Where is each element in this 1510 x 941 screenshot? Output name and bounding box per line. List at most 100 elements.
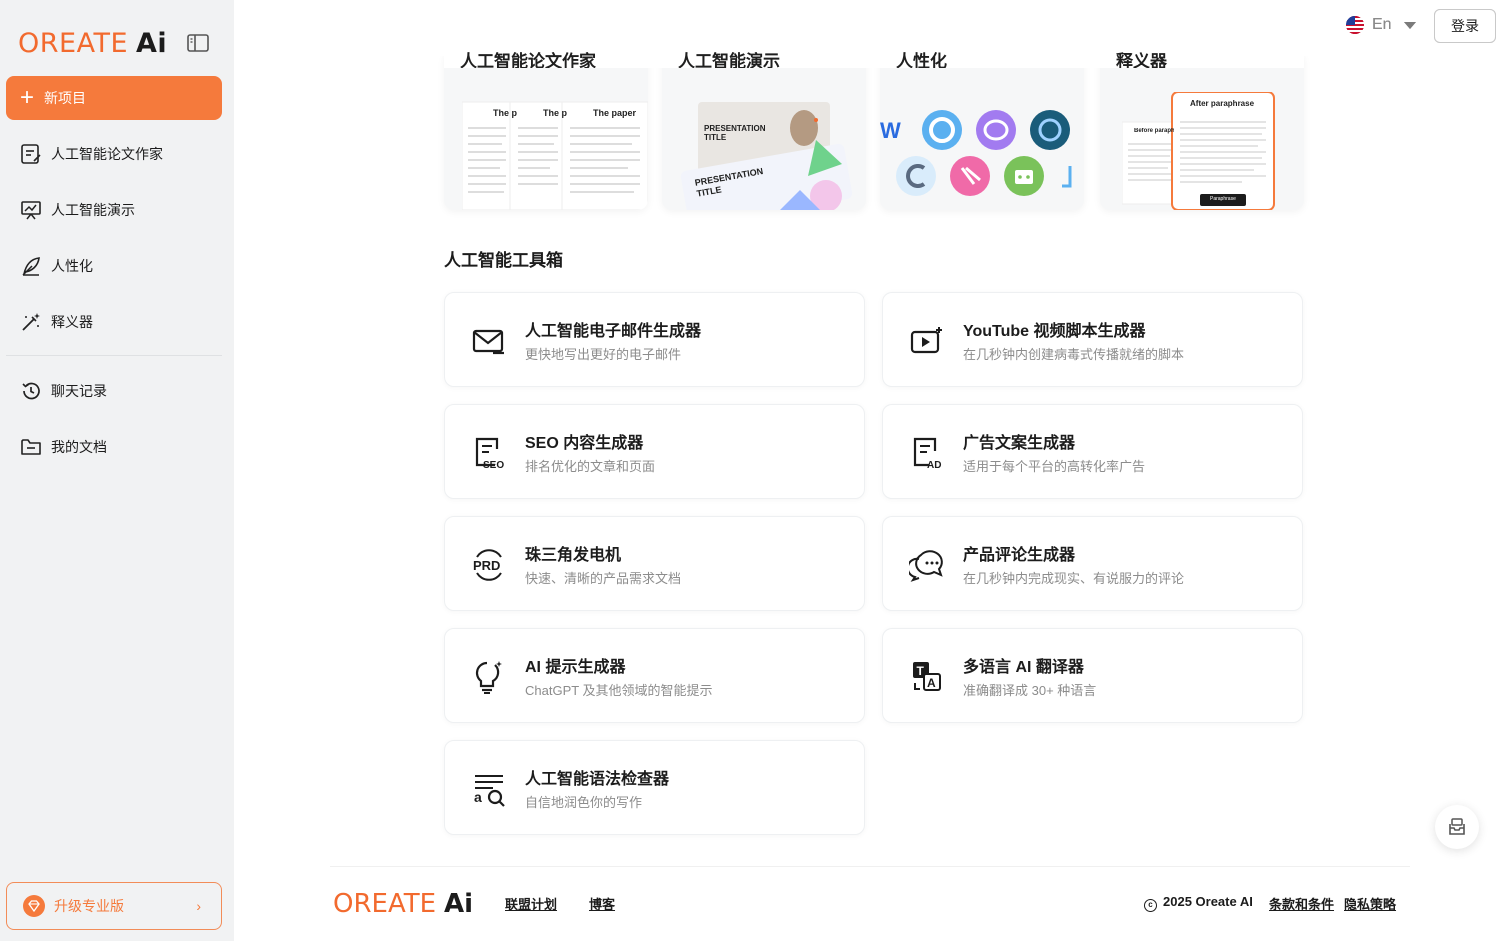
feature-card-essay-writer[interactable]: 人工智能论文作家 The p The p The paper xyxy=(444,50,648,210)
clipped-title: 人性化 xyxy=(896,52,947,68)
tool-card-email[interactable]: 人工智能电子邮件生成器 更快地写出更好的电子邮件 xyxy=(444,292,865,387)
tool-description: 在几秒钟内创建病毒式传播就绪的脚本 xyxy=(963,347,1185,362)
logo-main: OREATE xyxy=(18,28,128,59)
tool-card-translator[interactable]: TA 多语言 AI 翻译器 准确翻译成 30+ 种语言 xyxy=(882,628,1303,723)
tool-description: 适用于每个平台的高转化率广告 xyxy=(963,459,1146,474)
essay-col1-title: The p xyxy=(493,108,517,118)
tool-title: 珠三角发电机 xyxy=(525,547,622,564)
sidebar-item-label: 我的文档 xyxy=(51,439,107,455)
toolbox-title: 人工智能工具箱 xyxy=(444,251,563,270)
clipped-title: 人工智能演示 xyxy=(678,52,780,68)
tool-card-grammar-checker[interactable]: a 人工智能语法检查器 自信地润色你的写作 xyxy=(444,740,865,835)
feature-card-paraphraser[interactable]: 释义器 After paraphrase Before paraph Parap… xyxy=(1100,50,1304,210)
sidebar-item-my-documents[interactable]: 我的文档 xyxy=(6,425,222,469)
upgrade-label: 升级专业版 xyxy=(54,898,124,914)
magic-wand-icon xyxy=(22,313,40,331)
feather-icon xyxy=(22,257,40,276)
sidebar-item-humanize[interactable]: 人性化 xyxy=(6,244,222,288)
tool-description: 快速、清晰的产品需求文档 xyxy=(525,571,682,586)
seo-icon: SEO xyxy=(475,437,504,471)
feature-card-presentation[interactable]: 人工智能演示 PRESENTATION TITLE PRESENTATION T… xyxy=(662,50,866,210)
sidebar-item-presentation[interactable]: 人工智能演示 xyxy=(6,188,222,232)
sidebar-divider xyxy=(6,355,222,356)
tool-card-product-review[interactable]: 产品评论生成器 在几秒钟内完成现实、有说服力的评论 xyxy=(882,516,1303,611)
ai-detector-logos xyxy=(896,110,1072,196)
tool-description: ChatGPT 及其他领域的智能提示 xyxy=(525,683,713,698)
tool-description: 自信地润色你的写作 xyxy=(525,795,643,810)
sidebar-item-label: 人工智能论文作家 xyxy=(51,146,163,162)
sidebar-item-label: 释义器 xyxy=(51,314,93,330)
tool-title: 广告文案生成器 xyxy=(963,435,1076,452)
footer-logo-ai: Ai xyxy=(444,889,474,919)
clipped-title: 释义器 xyxy=(1116,52,1167,68)
terms-link[interactable]: 条款和条件 xyxy=(1269,894,1334,913)
prd-icon: PRD xyxy=(473,549,502,581)
tool-title: AI 提示生成器 xyxy=(525,659,626,676)
tool-description: 更快地写出更好的电子邮件 xyxy=(525,347,682,362)
paraphrase-preview-image xyxy=(1122,92,1275,210)
tool-title: 多语言 AI 翻译器 xyxy=(963,659,1084,676)
tool-card-prd[interactable]: PRD 珠三角发电机 快速、清晰的产品需求文档 xyxy=(444,516,865,611)
svg-text:a: a xyxy=(474,789,482,805)
svg-text:AD: AD xyxy=(927,460,941,471)
sidebar-item-label: 人工智能演示 xyxy=(51,202,135,218)
chat-bubbles-icon xyxy=(909,550,943,582)
svg-text:PRD: PRD xyxy=(473,558,500,573)
essay-col3-title: The paper xyxy=(593,108,637,118)
copyright-text: 2025 Oreate AI xyxy=(1163,894,1253,909)
after-paraphrase-label: After paraphrase xyxy=(1190,99,1255,108)
sidebar: OREATE Ai + 新项目 人工智能论文作家 人工智能演示 人性化 释义器 聊… xyxy=(0,0,234,941)
footer-logo[interactable]: OREATE Ai xyxy=(333,889,473,919)
new-project-label: 新项目 xyxy=(44,90,87,106)
tool-description: 排名优化的文章和页面 xyxy=(525,459,656,474)
svg-text:SEO: SEO xyxy=(483,460,504,471)
footer-divider xyxy=(330,866,1410,867)
upgrade-pro-button[interactable]: 升级专业版 › xyxy=(6,882,222,930)
feedback-float-button[interactable] xyxy=(1435,805,1479,849)
email-icon xyxy=(472,329,504,355)
affiliate-link[interactable]: 联盟计划 xyxy=(505,894,557,913)
logo-ai: Ai xyxy=(136,28,168,59)
copyright-icon: c xyxy=(1144,899,1157,912)
presentation-icon xyxy=(21,201,41,220)
clipped-title: 人工智能论文作家 xyxy=(460,52,596,68)
paraphrase-mini-button: Paraphrase xyxy=(1210,196,1236,202)
footer-logo-main: OREATE xyxy=(333,889,437,919)
privacy-link[interactable]: 隐私策略 xyxy=(1344,894,1396,913)
sidebar-item-chat-history[interactable]: 聊天记录 xyxy=(6,369,222,413)
language-selector[interactable]: En xyxy=(1346,16,1416,34)
plus-icon: + xyxy=(20,84,35,111)
tool-title: 人工智能语法检查器 xyxy=(525,771,670,788)
tool-description: 准确翻译成 30+ 种语言 xyxy=(963,683,1097,698)
sidebar-item-paraphraser[interactable]: 释义器 xyxy=(6,300,222,344)
lightbulb-icon xyxy=(475,661,502,694)
logo[interactable]: OREATE Ai xyxy=(18,28,167,59)
copyright: c 2025 Oreate AI xyxy=(1144,894,1253,912)
blog-link[interactable]: 博客 xyxy=(589,894,615,913)
tool-title: SEO 内容生成器 xyxy=(525,435,644,452)
tool-card-seo[interactable]: SEO SEO 内容生成器 排名优化的文章和页面 xyxy=(444,404,865,499)
sidebar-item-essay-writer[interactable]: 人工智能论文作家 xyxy=(6,132,222,176)
sidebar-collapse-icon[interactable] xyxy=(186,33,210,53)
grammar-check-icon: a xyxy=(474,775,505,807)
feature-card-humanize[interactable]: 人性化 W xyxy=(880,50,1084,210)
tool-card-prompt-generator[interactable]: AI 提示生成器 ChatGPT 及其他领域的智能提示 xyxy=(444,628,865,723)
login-button[interactable]: 登录 xyxy=(1434,9,1496,43)
video-icon xyxy=(910,327,942,354)
us-flag-icon xyxy=(1346,16,1364,34)
before-paraphrase-label: Before paraph xyxy=(1134,128,1174,134)
tool-card-youtube-script[interactable]: YouTube 视频脚本生成器 在几秒钟内创建病毒式传播就绪的脚本 xyxy=(882,292,1303,387)
translate-icon: TA xyxy=(913,662,941,691)
history-icon xyxy=(22,382,40,400)
inbox-icon xyxy=(1449,818,1465,835)
svg-text:A: A xyxy=(927,676,936,690)
card-titles-clipped: 人工智能论文作家 人工智能演示 人性化 释义器 xyxy=(444,50,1304,68)
document-edit-icon xyxy=(21,144,41,164)
language-label: En xyxy=(1372,16,1392,33)
new-project-button[interactable]: + 新项目 xyxy=(6,76,222,120)
folder-icon xyxy=(21,439,41,455)
sidebar-item-label: 聊天记录 xyxy=(51,383,107,399)
tool-card-ad-copy[interactable]: AD 广告文案生成器 适用于每个平台的高转化率广告 xyxy=(882,404,1303,499)
slide1-title: PRESENTATION TITLE xyxy=(704,124,766,142)
caret-down-icon xyxy=(1403,21,1416,29)
